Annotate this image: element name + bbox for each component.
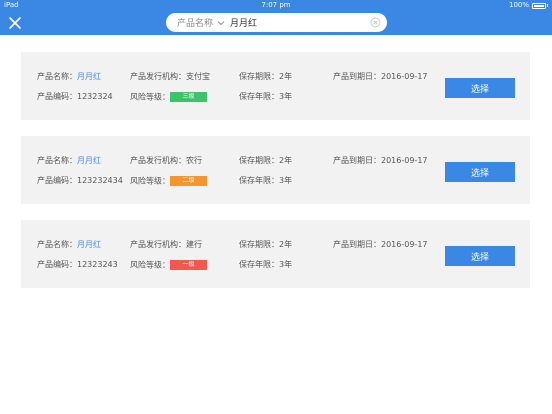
- risk-badge: 三级: [170, 92, 207, 102]
- battery-percent: 100%: [508, 1, 529, 9]
- risk-level-field: 风险等级： 三级: [130, 92, 207, 103]
- issuer-field: 产品发行机构：农行: [130, 156, 202, 166]
- expiry-date: 2016-09-17: [381, 72, 428, 81]
- storage-period-field: 保存期限：2年: [239, 72, 292, 82]
- select-button[interactable]: 选择: [445, 78, 515, 98]
- product-code: 123232434: [77, 176, 123, 185]
- search-input[interactable]: [230, 17, 361, 28]
- product-name-field: 产品名称：月月红: [37, 156, 101, 166]
- expiry-field: 产品到期日：2016-09-17: [333, 156, 428, 166]
- storage-years: 3年: [279, 92, 293, 101]
- expiry-field: 产品到期日：2016-09-17: [333, 240, 428, 250]
- storage-period: 2年: [279, 156, 293, 165]
- product-name: 月月红: [77, 72, 101, 81]
- storage-years: 3年: [279, 176, 293, 185]
- risk-level-field: 风险等级： 一级: [130, 260, 207, 271]
- issuer-value: 建行: [186, 240, 202, 249]
- risk-badge: 二级: [170, 176, 207, 186]
- storage-period: 2年: [279, 240, 293, 249]
- issuer-field: 产品发行机构：支付宝: [130, 72, 210, 82]
- product-name: 月月红: [77, 240, 101, 249]
- field-label: 产品名称：: [37, 72, 77, 81]
- field-label: 保存年限：: [239, 92, 279, 101]
- issuer-field: 产品发行机构：建行: [130, 240, 202, 250]
- search-bar: 产品名称: [166, 13, 387, 32]
- field-label: 风险等级：: [130, 260, 170, 270]
- field-label: 保存期限：: [239, 156, 279, 165]
- field-label: 保存期限：: [239, 72, 279, 81]
- field-label: 产品发行机构：: [130, 72, 186, 81]
- product-code-field: 产品编码：1232324: [37, 92, 113, 102]
- product-card: 产品名称：月月红 产品编码：12323243 产品发行机构：建行 风险等级： 一级…: [21, 220, 530, 288]
- field-label: 产品到期日：: [333, 156, 381, 165]
- field-label: 产品编码：: [37, 92, 77, 101]
- product-name: 月月红: [77, 156, 101, 165]
- field-label: 产品发行机构：: [130, 156, 186, 165]
- product-name-field: 产品名称：月月红: [37, 240, 101, 250]
- product-card: 产品名称：月月红 产品编码：1232324 产品发行机构：支付宝 风险等级： 三级…: [21, 52, 530, 120]
- field-label: 保存年限：: [239, 260, 279, 269]
- field-label: 产品发行机构：: [130, 240, 186, 249]
- storage-period-field: 保存期限：2年: [239, 156, 292, 166]
- storage-period-field: 保存期限：2年: [239, 240, 292, 250]
- product-code: 1232324: [77, 92, 113, 101]
- clock: 7:07 pm: [261, 1, 291, 9]
- field-label: 风险等级：: [130, 92, 170, 102]
- storage-years-field: 保存年限：3年: [239, 92, 292, 102]
- issuer-value: 支付宝: [186, 72, 210, 81]
- issuer-value: 农行: [186, 156, 202, 165]
- battery-icon: [532, 2, 546, 9]
- battery-tip: [547, 4, 548, 7]
- expiry-date: 2016-09-17: [381, 240, 428, 249]
- product-card: 产品名称：月月红 产品编码：123232434 产品发行机构：农行 风险等级：二…: [21, 136, 530, 204]
- field-label: 产品编码：: [37, 176, 77, 185]
- expiry-field: 产品到期日：2016-09-17: [333, 72, 428, 82]
- product-name-field: 产品名称：月月红: [37, 72, 101, 82]
- field-label: 保存年限：: [239, 176, 279, 185]
- field-label: 产品名称：: [37, 240, 77, 249]
- chevron-down-icon[interactable]: [217, 19, 225, 27]
- select-button[interactable]: 选择: [445, 246, 515, 266]
- clear-icon[interactable]: [370, 17, 381, 28]
- status-bar: iPad 7:07 pm 100%: [0, 0, 552, 11]
- expiry-date: 2016-09-17: [381, 156, 428, 165]
- search-category[interactable]: 产品名称: [177, 16, 213, 29]
- risk-level-field: 风险等级： 二级: [130, 176, 207, 187]
- field-label: 产品到期日：: [333, 240, 381, 249]
- nav-bar: 产品名称: [0, 11, 552, 35]
- field-label: 产品编码：: [37, 260, 77, 269]
- storage-years-field: 保存年限：3年: [239, 260, 292, 270]
- risk-badge: 一级: [170, 260, 207, 270]
- storage-period: 2年: [279, 72, 293, 81]
- product-code: 12323243: [77, 260, 118, 269]
- field-label: 风险等级：: [130, 176, 170, 186]
- field-label: 保存期限：: [239, 240, 279, 249]
- select-button[interactable]: 选择: [445, 162, 515, 182]
- product-code-field: 产品编码：12323243: [37, 260, 118, 270]
- storage-years-field: 保存年限：3年: [239, 176, 292, 186]
- product-code-field: 产品编码：123232434: [37, 176, 123, 186]
- field-label: 产品到期日：: [333, 72, 381, 81]
- close-icon[interactable]: [7, 15, 23, 31]
- battery-status: 100%: [509, 0, 548, 11]
- field-label: 产品名称：: [37, 156, 77, 165]
- storage-years: 3年: [279, 260, 293, 269]
